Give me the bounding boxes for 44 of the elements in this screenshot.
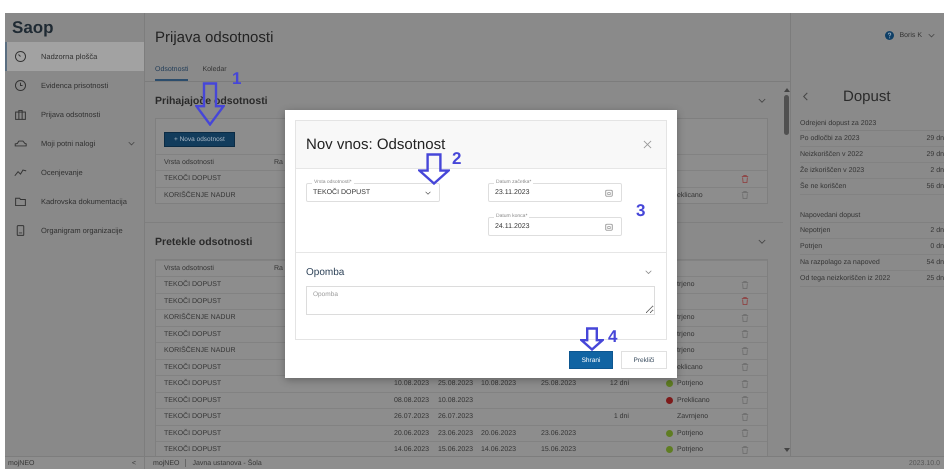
scroll-down-icon [784,448,790,452]
panel-title: Dopust [843,88,891,104]
delete-icon[interactable] [741,329,749,340]
help-icon [885,31,894,40]
down-arrow [418,153,450,185]
scroll-up-icon [784,88,790,92]
chevron-icon[interactable] [645,269,652,276]
delete-icon[interactable] [741,174,749,184]
chevron-down-icon [425,190,431,196]
gauge-icon [14,50,27,63]
delete-icon[interactable] [741,378,749,389]
building-icon [14,224,27,237]
step-number: 2 [452,150,462,168]
page-title: Prijava odsotnosti [154,28,274,48]
section-title: Pretekle odsotnosti [155,236,252,248]
delete-icon[interactable] [741,190,749,200]
dialog-title: Nov vnos: Odsotnost [306,136,446,153]
chevron-icon[interactable] [758,97,766,105]
chevron-down-icon [128,140,135,147]
logo: Saop [11,17,55,39]
step-number: 3 [636,202,646,220]
close-icon[interactable] [643,140,652,149]
previous-button[interactable] [801,92,810,100]
calendar-icon [605,188,613,196]
chevron-down-icon [928,32,935,39]
scrollbar-thumb[interactable] [784,95,789,135]
delete-icon[interactable] [741,412,749,422]
calendar-icon [605,222,613,230]
clock-icon [14,79,27,92]
delete-icon[interactable] [741,444,749,455]
delete-icon[interactable] [741,428,749,438]
delete-icon[interactable] [741,312,749,323]
delete-icon[interactable] [741,362,749,372]
delete-icon[interactable] [741,280,749,290]
section-title: Opomba [306,267,344,278]
delete-icon[interactable] [741,296,749,306]
step-number: 4 [608,328,618,346]
briefcase-icon [14,108,27,121]
down-arrow [580,327,604,351]
folder-icon [14,195,27,208]
chevron-icon[interactable] [758,238,766,246]
delete-icon[interactable] [741,395,749,406]
step-number: 1 [232,70,242,88]
delete-icon[interactable] [741,346,749,356]
